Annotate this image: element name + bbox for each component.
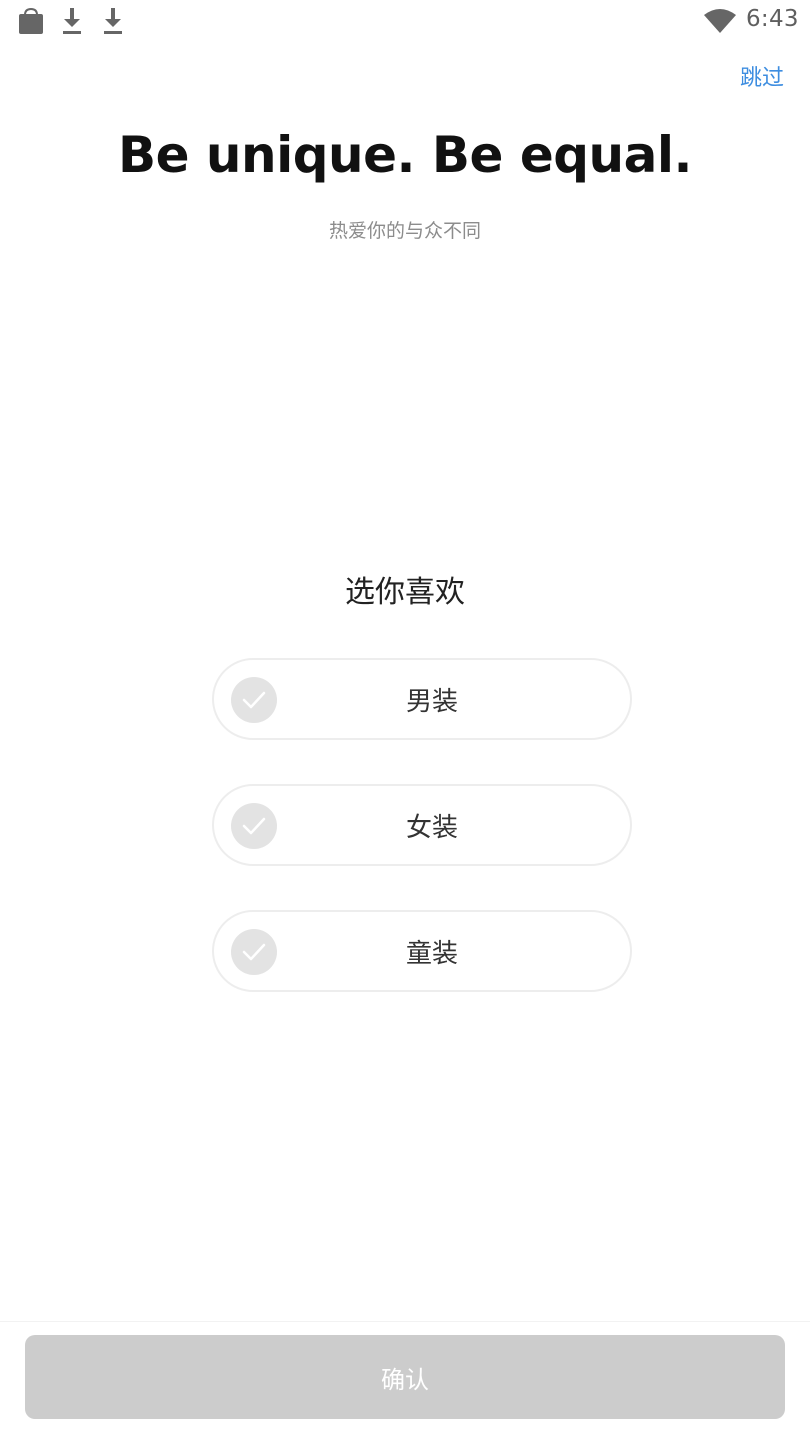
- option-label: 女装: [405, 812, 458, 843]
- confirm-button[interactable]: 确认: [25, 1335, 785, 1419]
- option-kidswear[interactable]: 童装: [212, 910, 632, 992]
- wifi-icon: [703, 8, 737, 38]
- download-icon: [60, 6, 84, 40]
- option-label: 童装: [405, 938, 458, 969]
- onboarding-screen: 6:43 跳过 Be unique. Be equal. 热爱你的与众不同 选你…: [0, 0, 810, 1440]
- skip-button[interactable]: 跳过: [740, 60, 784, 92]
- hero-subtitle: 热爱你的与众不同: [328, 220, 481, 242]
- status-time: 6:43: [746, 6, 799, 32]
- option-womenswear[interactable]: 女装: [212, 784, 632, 866]
- selection-question: 选你喜欢: [345, 575, 465, 610]
- shopping-bag-icon: [16, 6, 46, 40]
- hero-title: Be unique. Be equal.: [117, 126, 693, 184]
- option-label: 男装: [405, 686, 458, 717]
- option-menswear[interactable]: 男装: [212, 658, 632, 740]
- download-icon: [101, 6, 125, 40]
- bottom-divider: [0, 1321, 810, 1322]
- status-bar: 6:43: [0, 0, 810, 44]
